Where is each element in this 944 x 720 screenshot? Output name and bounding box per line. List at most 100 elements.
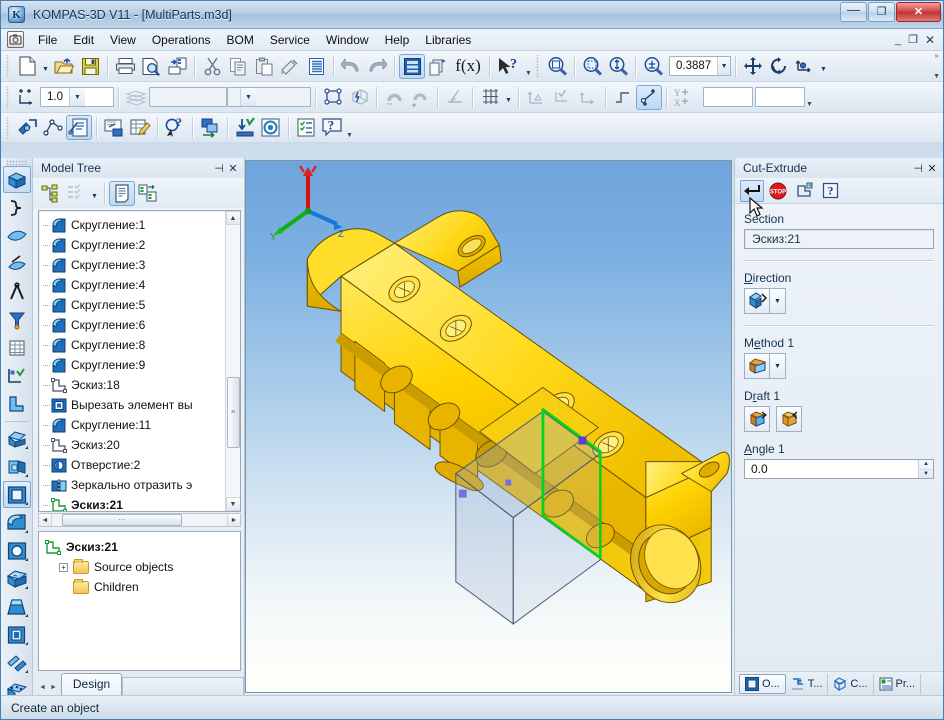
tree-item[interactable]: Отверстие:2 — [43, 455, 225, 475]
new-document-button[interactable] — [14, 54, 40, 79]
sketch-constraints-button[interactable] — [320, 85, 346, 110]
step-mode-button[interactable] — [610, 85, 636, 110]
point-line-button[interactable] — [636, 85, 662, 110]
layer-states-button[interactable] — [123, 85, 149, 110]
save-document-button[interactable] — [77, 54, 103, 79]
draft-inward-button[interactable] — [744, 406, 770, 432]
measure-button[interactable]: ? — [162, 115, 188, 140]
menu-item-libraries[interactable]: Libraries — [417, 30, 479, 50]
scroll-down-icon[interactable]: ▼ — [226, 497, 241, 511]
rail-item-spatial-curves[interactable] — [3, 194, 31, 221]
tree-document-mode-button[interactable] — [109, 181, 135, 206]
chevron-down-icon[interactable]: ▼ — [770, 353, 786, 379]
grid-button[interactable] — [477, 85, 503, 110]
grid-dropdown[interactable]: ▼ — [503, 85, 514, 110]
rail-item-surface-tools[interactable] — [3, 250, 31, 277]
tree-filter-button[interactable] — [63, 181, 89, 206]
menu-item-help[interactable]: Help — [377, 30, 418, 50]
model-tree-list[interactable]: Скругление:1 Скругление:2 — [39, 211, 225, 511]
menu-item-bom[interactable]: BOM — [219, 30, 262, 50]
direction-icon-button[interactable] — [744, 288, 770, 314]
whats-this-button[interactable]: ? — [494, 54, 524, 79]
new-document-dropdown[interactable]: ▼ — [40, 54, 51, 79]
rail-item-cut-extrude[interactable] — [3, 481, 31, 508]
redo-button[interactable] — [364, 54, 390, 79]
chevron-down-icon[interactable]: ▼ — [770, 288, 786, 314]
magnet-snap-button[interactable] — [381, 85, 407, 110]
orientation-button[interactable] — [792, 54, 818, 79]
orientation-dropdown[interactable]: ▼ — [818, 54, 829, 79]
apply-button[interactable] — [232, 115, 258, 140]
object-properties-button[interactable] — [792, 180, 816, 202]
menu-item-operations[interactable]: Operations — [144, 30, 219, 50]
coord-y-field[interactable] — [755, 87, 805, 107]
spinner-down-icon[interactable]: ▼ — [919, 470, 933, 479]
tree-show-relations-button[interactable] — [135, 181, 161, 206]
zoom-fit-button[interactable] — [544, 54, 570, 79]
close-icon[interactable]: ✕ — [226, 160, 240, 176]
cs-arrow-button[interactable] — [575, 85, 601, 110]
tree-item-selected[interactable]: Эскиз:21 — [43, 495, 225, 511]
rail-item-surfaces[interactable] — [3, 222, 31, 249]
menu-item-window[interactable]: Window — [318, 30, 377, 50]
direction-combo[interactable]: ▼ — [744, 288, 934, 314]
chevron-down-icon[interactable]: ▼ — [717, 57, 730, 75]
scroll-left-icon[interactable]: ◄ — [39, 514, 52, 526]
document-close-button[interactable]: ✕ — [925, 33, 935, 47]
print-button[interactable] — [112, 54, 138, 79]
tab-properties[interactable]: Pr... — [874, 674, 922, 694]
coord-x-field[interactable] — [703, 87, 753, 107]
tabstrip-nav[interactable]: ◄ ► — [37, 684, 61, 695]
tab-design[interactable]: Design — [61, 673, 122, 695]
rail-item-rib-feature[interactable] — [3, 621, 31, 648]
rail-item-rib[interactable] — [3, 390, 31, 417]
rail-item-extrude[interactable] — [3, 425, 31, 452]
view-toolbar-overflow[interactable]: ▼ — [345, 115, 354, 141]
current-state-overflow[interactable]: ▼ — [805, 84, 814, 110]
method-combo[interactable]: ▼ — [744, 353, 934, 379]
edit-table-button[interactable] — [127, 115, 153, 140]
pin-icon[interactable]: ⊣ — [911, 160, 925, 176]
menu-item-edit[interactable]: Edit — [65, 30, 102, 50]
menu-item-service[interactable]: Service — [262, 30, 318, 50]
magnet-point-button[interactable] — [407, 85, 433, 110]
tree-item[interactable]: Скругление:2 — [43, 235, 225, 255]
pin-icon[interactable]: ⊣ — [212, 160, 226, 176]
create-object-button[interactable] — [740, 180, 764, 202]
open-document-button[interactable] — [51, 54, 77, 79]
rail-item-array[interactable] — [3, 677, 31, 695]
3d-viewport[interactable]: Y Z — [245, 160, 732, 693]
tab-cut-result[interactable]: C... — [828, 674, 873, 694]
app-menu-icon[interactable] — [7, 31, 24, 48]
tree-item[interactable]: Скругление:5 — [43, 295, 225, 315]
detail-item-children[interactable]: Children — [45, 577, 240, 597]
tab-parameters[interactable]: O... — [739, 674, 786, 694]
step-value-combo[interactable]: 1.0 ▼ — [40, 87, 114, 107]
toolbar-chevron-group[interactable]: » ▼ — [933, 53, 943, 80]
zoom-previous-button[interactable] — [605, 54, 631, 79]
section-field[interactable]: Эскиз:21 — [744, 229, 934, 249]
cs-check-button[interactable] — [549, 85, 575, 110]
rail-item-shell[interactable] — [3, 565, 31, 592]
spinner-up-icon[interactable]: ▲ — [919, 460, 933, 470]
method-icon-button[interactable] — [744, 353, 770, 379]
maximize-button[interactable]: ❐ — [868, 2, 895, 22]
rebuild-button[interactable] — [14, 115, 40, 140]
rail-item-edit-part[interactable] — [3, 166, 31, 193]
help-topic-button[interactable]: ? — [319, 115, 345, 140]
style-combo[interactable]: ▼ — [227, 87, 311, 107]
tree-item[interactable]: Эскиз:18 — [43, 375, 225, 395]
refresh-parts-button[interactable] — [197, 115, 223, 140]
auto-constraints-button[interactable] — [346, 85, 372, 110]
zoom-scale-combo[interactable]: 0.3887 ▼ — [669, 56, 731, 76]
toolbar-grip[interactable] — [5, 55, 12, 77]
cut-button[interactable] — [199, 54, 225, 79]
view-grip[interactable] — [5, 117, 12, 139]
expand-icon[interactable]: + — [59, 563, 68, 572]
zoom-window-button[interactable] — [579, 54, 605, 79]
tab-thin-wall[interactable]: T... — [786, 674, 829, 694]
rotate-button[interactable] — [766, 54, 792, 79]
rail-item-fillet[interactable] — [3, 509, 31, 536]
tree-item[interactable]: Скругление:6 — [43, 315, 225, 335]
rail-item-hole[interactable] — [3, 537, 31, 564]
